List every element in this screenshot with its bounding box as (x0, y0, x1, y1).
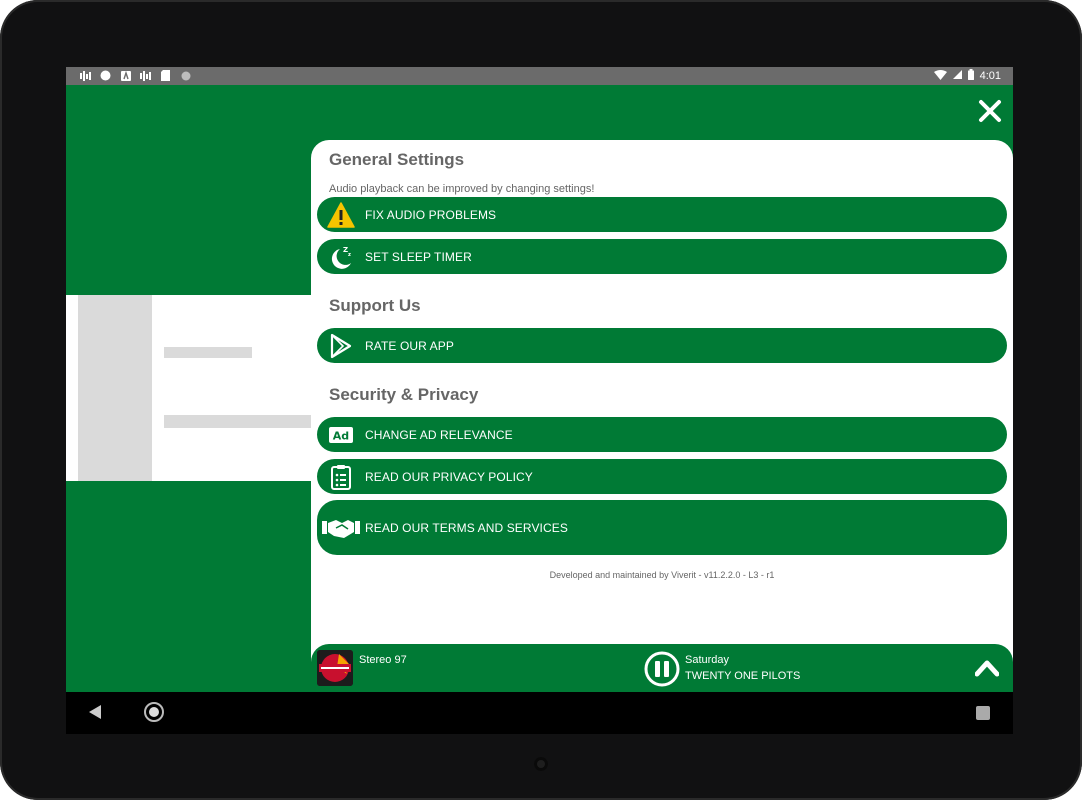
home-button[interactable] (144, 702, 164, 722)
developer-credit: Developed and maintained by Viverit - v1… (549, 570, 775, 580)
track-artist: TWENTY ONE PILOTS (685, 670, 801, 682)
notification-icons (80, 70, 191, 81)
track-title: Saturday (685, 654, 730, 666)
terms-label: READ OUR TERMS AND SERVICES (365, 520, 568, 535)
battery-icon (967, 69, 974, 83)
privacy-policy-label: READ OUR PRIVACY POLICY (365, 469, 533, 484)
fix-audio-button[interactable]: FIX AUDIO PROBLEMS (317, 197, 1007, 232)
play-store-icon (327, 332, 355, 360)
terms-button[interactable]: READ OUR TERMS AND SERVICES (317, 500, 1007, 555)
sleep-icon: Zz (327, 243, 355, 271)
mini-player[interactable]: Stereo 97 Saturday TWENTY ONE PILOTS (311, 644, 1013, 692)
svg-text:z: z (348, 252, 351, 258)
recents-button[interactable] (976, 706, 990, 720)
app-content: General Settings Audio playback can be i… (66, 85, 1013, 692)
settings-sheet: General Settings Audio playback can be i… (311, 140, 1013, 692)
rate-app-button[interactable]: RATE OUR APP (317, 328, 1007, 363)
back-button[interactable] (88, 704, 102, 725)
wifi-icon (933, 69, 947, 83)
content-placeholder (66, 295, 312, 481)
signal-notification-icon-2 (140, 70, 151, 81)
status-indicators: 4:01 (933, 69, 1001, 83)
clock: 4:01 (979, 70, 1001, 82)
rate-app-label: RATE OUR APP (365, 338, 454, 353)
back-icon (89, 705, 101, 719)
ad-relevance-label: CHANGE AD RELEVANCE (365, 427, 513, 442)
handshake-icon (321, 514, 361, 542)
sleep-timer-button[interactable]: Zz SET SLEEP TIMER (317, 239, 1007, 274)
privacy-policy-button[interactable]: READ OUR PRIVACY POLICY (317, 459, 1007, 494)
sleep-timer-label: SET SLEEP TIMER (365, 249, 472, 264)
sd-card-icon (160, 70, 171, 81)
general-settings-title: General Settings (329, 150, 465, 169)
app-notification-icon (120, 70, 131, 81)
placeholder-line (164, 347, 252, 358)
dot-notification-icon (180, 70, 191, 81)
tablet-frame: 4:01 General Settings Audio playback can… (0, 0, 1082, 800)
placeholder-image (78, 295, 152, 481)
close-icon (979, 100, 1001, 122)
screen: 4:01 General Settings Audio playback can… (66, 67, 1013, 734)
globe-notification-icon (100, 70, 111, 81)
signal-notification-icon (80, 70, 91, 81)
ad-icon: Ad (327, 421, 355, 449)
system-nav-bar (66, 692, 1013, 734)
pause-button[interactable] (644, 651, 680, 687)
fix-audio-label: FIX AUDIO PROBLEMS (365, 207, 497, 222)
general-settings-subtitle: Audio playback can be improved by changi… (329, 183, 595, 195)
chevron-up-icon (974, 660, 1000, 677)
placeholder-line (164, 415, 312, 428)
warning-icon (327, 201, 355, 229)
clipboard-icon (327, 463, 355, 491)
support-us-title: Support Us (329, 296, 421, 315)
svg-text:Ad: Ad (333, 429, 349, 442)
station-name: Stereo 97 (359, 654, 407, 666)
expand-player-button[interactable] (974, 658, 1000, 678)
station-logo (317, 650, 353, 686)
close-button[interactable] (978, 99, 1002, 123)
pause-icon (644, 651, 680, 687)
ad-relevance-button[interactable]: Ad CHANGE AD RELEVANCE (317, 417, 1007, 452)
front-camera (534, 757, 548, 771)
cell-signal-icon (952, 70, 962, 82)
status-bar: 4:01 (66, 67, 1013, 85)
security-privacy-title: Security & Privacy (329, 385, 479, 404)
